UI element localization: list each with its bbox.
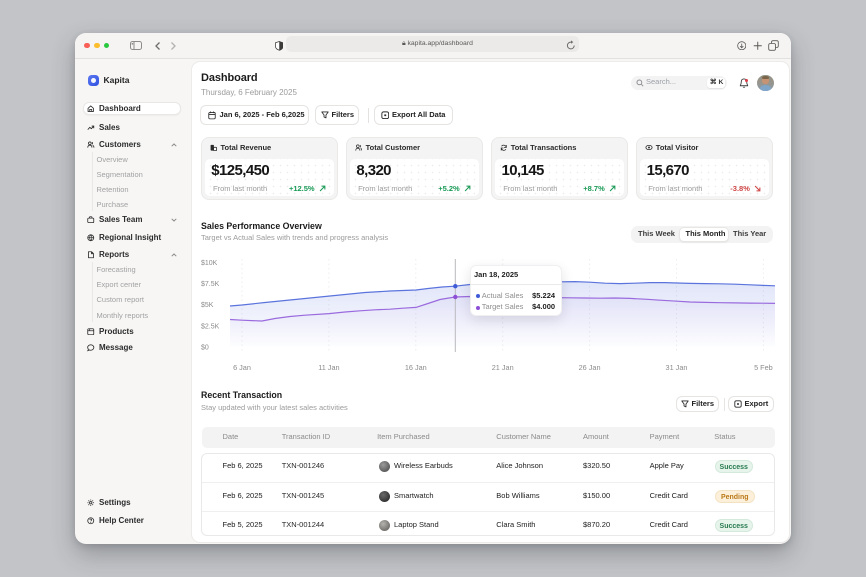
svg-text:26 Jan: 26 Jan: [579, 363, 601, 372]
svg-text:5 Feb: 5 Feb: [754, 363, 773, 372]
svg-text:$7.5K: $7.5K: [201, 281, 220, 288]
svg-text:21 Jan: 21 Jan: [492, 363, 514, 372]
svg-text:16 Jan: 16 Jan: [405, 363, 427, 372]
svg-text:$5K: $5K: [201, 302, 214, 309]
svg-text:$2.5K: $2.5K: [201, 323, 220, 330]
svg-text:$10K: $10K: [201, 260, 218, 267]
svg-text:6 Jan: 6 Jan: [233, 363, 251, 372]
svg-text:31 Jan: 31 Jan: [666, 363, 688, 372]
svg-text:11 Jan: 11 Jan: [318, 363, 339, 372]
svg-text:$0: $0: [201, 345, 209, 352]
